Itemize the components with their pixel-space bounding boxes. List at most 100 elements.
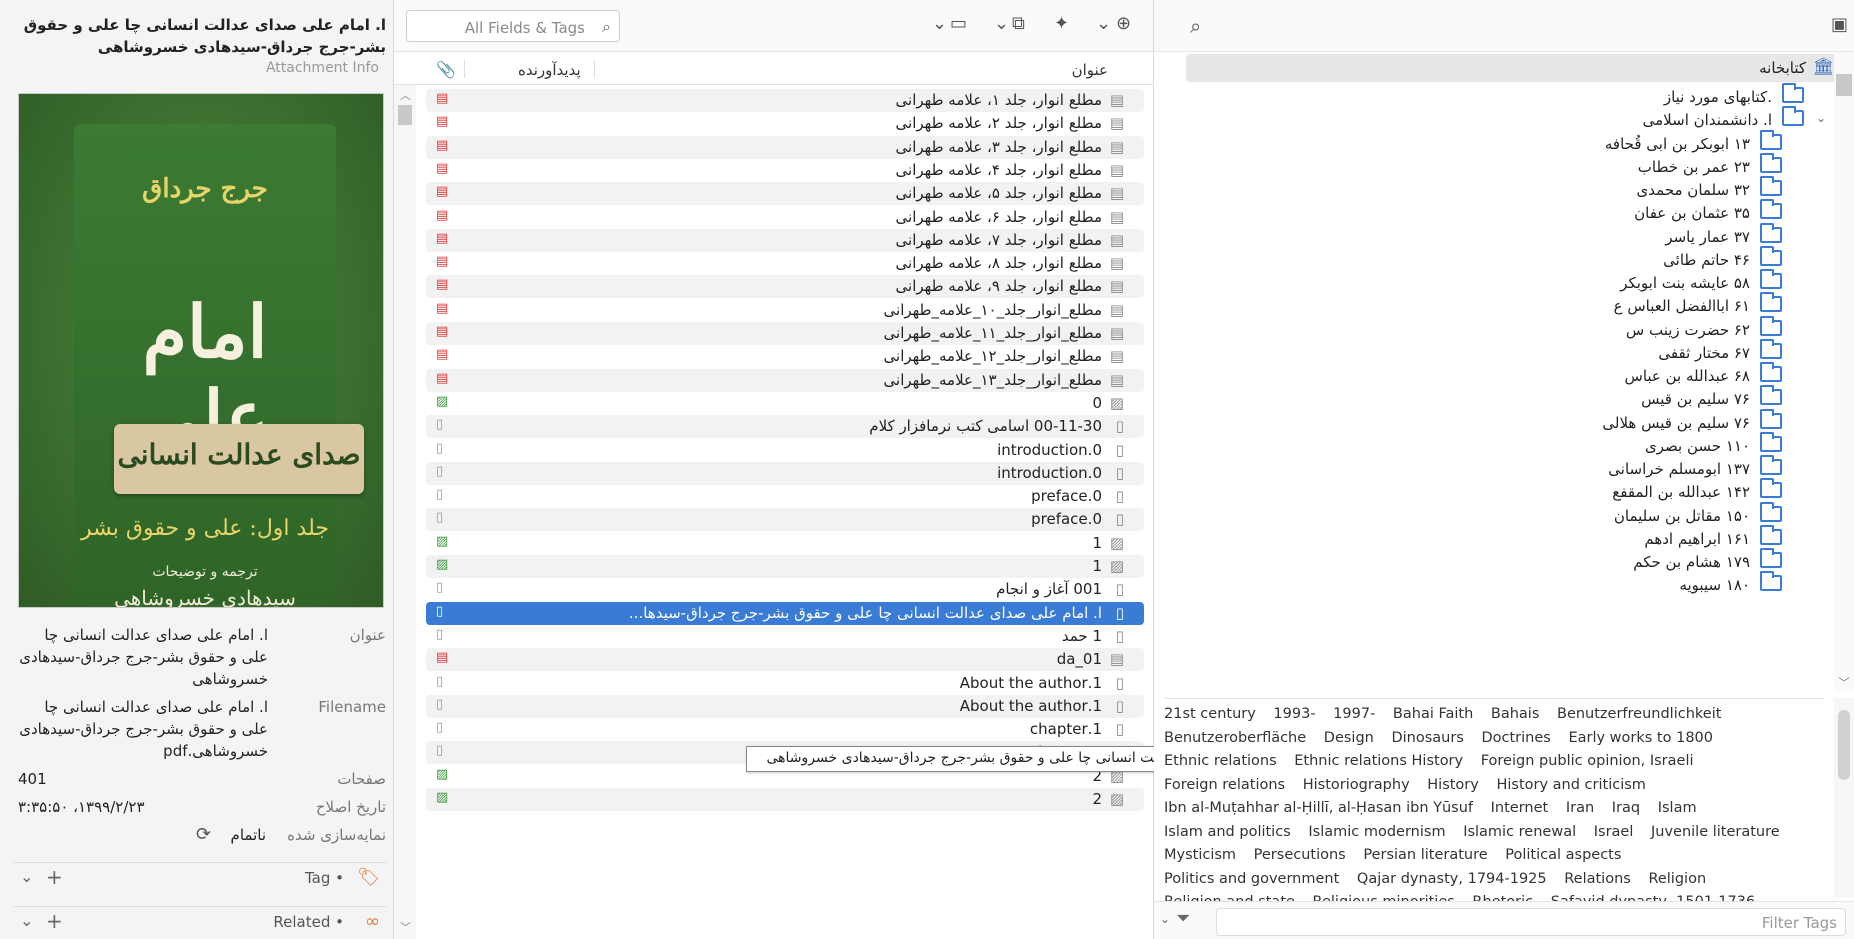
pdf-attachment-icon[interactable]: ▤ [436,650,448,665]
column-creator[interactable]: پدیدآورنده [518,61,581,79]
item-row[interactable]: 01_da ▤ ▤ [426,648,1144,672]
search-input[interactable]: All Fields & Tags ⌕ [406,10,620,42]
magic-wand-icon[interactable]: ✦ [1054,13,1069,34]
tag-filter-input[interactable]: Filter Tags [1216,908,1846,936]
tag[interactable]: Islam [1658,800,1697,816]
file-attachment-icon[interactable]: ▯ [436,510,443,525]
item-row[interactable]: مطلع انوار، جلد ۳، علامه طهرانی ▤ ▤ [426,135,1144,159]
tag[interactable]: Design [1324,730,1374,746]
item-row[interactable]: 2 ▨ ▨ [426,788,1144,811]
paperclip-icon[interactable]: 📎 [436,60,456,79]
item-row[interactable]: 0.introduction ▯ ▯ [426,461,1144,485]
item-row[interactable]: 001 آغاز و انجام ▯ ▯ [426,578,1144,601]
tag[interactable]: Iran [1566,800,1594,816]
file-attachment-icon[interactable]: ▯ [436,743,443,758]
scrollbar-thumb[interactable] [1838,710,1850,780]
item-row[interactable]: 1 ▨ ▨ [426,532,1144,555]
tag[interactable]: Persecutions [1254,847,1346,863]
item-row[interactable]: مطلع انوار، جلد ۱، علامه طهرانی ▤ ▤ [426,89,1144,112]
tag[interactable]: Persian literature [1363,847,1487,863]
column-divider[interactable] [464,60,465,78]
pdf-attachment-icon[interactable]: ▤ [436,91,448,106]
pdf-attachment-icon[interactable]: ▤ [436,277,448,292]
tag[interactable]: Dinosaurs [1391,730,1463,746]
item-row[interactable]: مطلع انوار، جلد ۷، علامه طهرانی ▤ ▤ [426,228,1144,252]
tag[interactable]: Internet [1491,800,1549,816]
tag[interactable]: Religion [1648,871,1706,887]
tag[interactable]: 21st century [1164,706,1256,722]
tag[interactable]: Bahai Faith [1393,706,1473,722]
add-related-button[interactable]: + [46,909,63,933]
pdf-attachment-icon[interactable]: ▤ [436,208,448,223]
chevron-down-icon[interactable]: ⌄ [20,911,33,930]
pdf-attachment-icon[interactable]: ▤ [436,161,448,176]
item-row[interactable]: 1 حمد ▯ ▯ [426,625,1144,648]
tags-scrollbar[interactable] [1834,698,1854,898]
pdf-attachment-icon[interactable]: ▤ [436,254,448,269]
pdf-attachment-icon[interactable]: ▤ [436,347,448,362]
chevron-down-icon[interactable]: ⌄ [932,13,947,34]
scrollbar-thumb[interactable] [398,105,412,125]
tag[interactable]: Foreign public opinion, Israeli [1481,753,1694,769]
pdf-attachment-icon[interactable]: ▤ [436,371,448,386]
tag[interactable]: Relations [1564,871,1631,887]
chevron-down-icon[interactable]: ⌄ [1816,111,1826,125]
item-row[interactable]: مطلع انوار، جلد ۲، علامه طهرانی ▤ ▤ [426,112,1144,135]
tag[interactable]: History [1427,777,1479,793]
tag[interactable]: Political aspects [1505,847,1621,863]
item-row[interactable]: 0.preface ▯ ▯ [426,485,1144,508]
collections-scrollbar[interactable]: ﹀ [1834,52,1854,692]
search-icon[interactable]: ⌕ [1190,14,1201,38]
pdf-attachment-icon[interactable]: ▤ [436,184,448,199]
tag[interactable]: Mysticism [1164,847,1236,863]
tag[interactable]: Benutzeroberfläche [1164,730,1306,746]
item-row[interactable]: 0 ▨ ▨ [426,392,1144,415]
item-row[interactable]: 1.About the author ▯ ▯ [426,694,1144,718]
item-row[interactable]: 00-11-30 اسامی کتب نرمافزار کلام ▯ ▯ [426,415,1144,439]
new-note-icon[interactable]: ▭ [950,13,967,34]
tag[interactable]: Bahais [1491,706,1540,722]
item-row[interactable]: مطلع انوار، جلد ۵، علامه طهرانی ▤ ▤ [426,182,1144,206]
add-attachment-icon[interactable]: ⧉ [1012,13,1025,34]
tag[interactable]: Iraq [1612,800,1640,816]
tag[interactable]: 1997- [1333,706,1375,722]
chevron-down-icon[interactable]: ⌄ [1096,13,1111,34]
new-item-icon[interactable]: ⊕ [1116,13,1131,34]
new-collection-icon[interactable]: ▣ [1831,14,1848,35]
file-attachment-icon[interactable]: ▯ [436,580,443,595]
pdf-attachment-icon[interactable]: ▤ [436,301,448,316]
file-attachment-icon[interactable]: ▯ [436,487,443,502]
item-row[interactable]: 1.chapter ▯ ▯ [426,718,1144,741]
image-attachment-icon[interactable]: ▨ [436,534,448,549]
scroll-up-icon[interactable]: ︿ [400,87,411,103]
item-row[interactable]: مطلع انوار، جلد ۹، علامه طهرانی ▤ ▤ [426,275,1144,299]
collection-item[interactable]: ۱۸۰ سیبویه [1174,571,1854,599]
tag[interactable]: Foreign relations [1164,777,1285,793]
reindex-icon[interactable]: ⟳ [196,824,211,845]
add-tag-button[interactable]: + [46,865,63,889]
file-attachment-icon[interactable]: ▯ [436,697,443,712]
field-value[interactable]: ا. امام علی صدای عدالت انسانی چا علی و ح… [18,624,268,690]
tag[interactable]: Historiography [1303,777,1410,793]
image-attachment-icon[interactable]: ▨ [436,790,448,805]
tag[interactable]: Islamic modernism [1308,824,1445,840]
column-title[interactable]: عنوان [1072,61,1108,79]
item-row[interactable]: مطلع انوار، جلد ۶، علامه طهرانی ▤ ▤ [426,206,1144,229]
pdf-attachment-icon[interactable]: ▤ [436,231,448,246]
file-attachment-icon[interactable]: ▯ [436,417,443,432]
chevron-down-icon[interactable]: ⌄ [994,13,1009,34]
scroll-down-icon[interactable]: ﹀ [400,919,411,935]
file-attachment-icon[interactable]: ▯ [436,720,443,735]
file-attachment-icon[interactable]: ▯ [436,627,443,642]
tag[interactable]: Qajar dynasty, 1794-1925 [1357,871,1547,887]
related-section[interactable]: ⌄ + Related • ∞ [14,906,386,936]
item-row[interactable]: 0.introduction ▯ ▯ [426,439,1144,462]
file-attachment-icon[interactable]: ▯ [436,604,443,619]
item-row[interactable]: مطلع_انوار_جلد_۱۰_علامه_طهرانی ▤ ▤ [426,299,1144,322]
image-attachment-icon[interactable]: ▨ [436,557,448,572]
pdf-attachment-icon[interactable]: ▤ [436,114,448,129]
pdf-attachment-icon[interactable]: ▤ [436,138,448,153]
field-value[interactable]: 401 [18,768,268,790]
item-row[interactable]: 1.About the author ▯ ▯ [426,672,1144,695]
tag[interactable]: Islamic renewal [1463,824,1576,840]
